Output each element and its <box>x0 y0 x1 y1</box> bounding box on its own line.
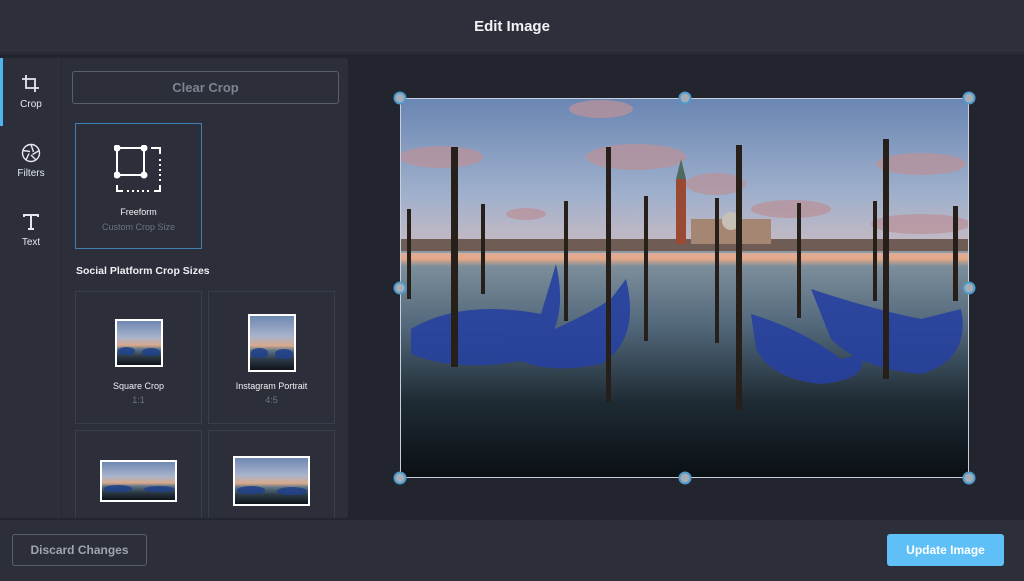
freeform-crop-icon <box>113 145 161 192</box>
tool-rail: Crop Filters Text <box>0 58 62 518</box>
square-thumbnail <box>114 319 163 367</box>
page-title: Edit Image <box>474 17 550 35</box>
crop-option-label: Instagram Portrait <box>235 381 308 391</box>
canvas-area <box>348 54 1024 520</box>
text-icon <box>23 214 39 230</box>
crop-handle-bottom-left[interactable] <box>393 471 407 485</box>
freeform-crop-option[interactable]: Freeform Custom Crop Size <box>75 123 202 249</box>
crop-option-ratio: 1:1 <box>132 395 145 405</box>
tool-label: Filters <box>17 168 45 179</box>
portrait-thumbnail <box>247 314 296 372</box>
tool-crop[interactable]: Crop <box>0 58 62 126</box>
crop-handle-top-right[interactable] <box>962 91 976 105</box>
aperture-icon <box>21 143 41 163</box>
crop-handle-bottom[interactable] <box>678 471 692 485</box>
crop-option-standard[interactable] <box>208 430 335 518</box>
main-area: Crop Filters Text Clear Crop Freeform Cu… <box>0 54 1024 520</box>
standard-thumbnail <box>233 456 310 506</box>
tool-label: Text <box>21 237 41 248</box>
crop-handle-top[interactable] <box>678 91 692 105</box>
freeform-subtitle: Custom Crop Size <box>101 222 176 232</box>
edited-image <box>401 99 968 477</box>
tool-filters[interactable]: Filters <box>0 127 62 195</box>
sidebar: Crop Filters Text Clear Crop Freeform Cu… <box>0 58 348 518</box>
update-image-button[interactable]: Update Image <box>887 534 1004 566</box>
footer: Discard Changes Update Image <box>0 520 1024 581</box>
section-title: Social Platform Crop Sizes <box>76 265 210 277</box>
crop-handle-right[interactable] <box>962 281 976 295</box>
crop-option-instagram-portrait[interactable]: Instagram Portrait 4:5 <box>208 291 335 424</box>
discard-changes-button[interactable]: Discard Changes <box>12 534 147 566</box>
clear-crop-button[interactable]: Clear Crop <box>72 71 339 104</box>
crop-icon <box>22 75 39 92</box>
tool-label: Crop <box>20 99 42 110</box>
crop-option-landscape[interactable] <box>75 430 202 518</box>
crop-panel: Clear Crop Freeform Custom Crop Size Soc… <box>62 58 348 518</box>
header: Edit Image <box>0 0 1024 53</box>
crop-option-ratio: 4:5 <box>265 395 278 405</box>
tool-text[interactable]: Text <box>0 196 62 264</box>
crop-frame[interactable] <box>400 98 969 478</box>
crop-handle-left[interactable] <box>393 281 407 295</box>
freeform-label: Freeform <box>120 207 157 217</box>
crop-option-label: Square Crop <box>112 381 165 391</box>
crop-handle-top-left[interactable] <box>393 91 407 105</box>
landscape-thumbnail <box>100 460 177 502</box>
crop-option-square[interactable]: Square Crop 1:1 <box>75 291 202 424</box>
crop-handle-bottom-right[interactable] <box>962 471 976 485</box>
